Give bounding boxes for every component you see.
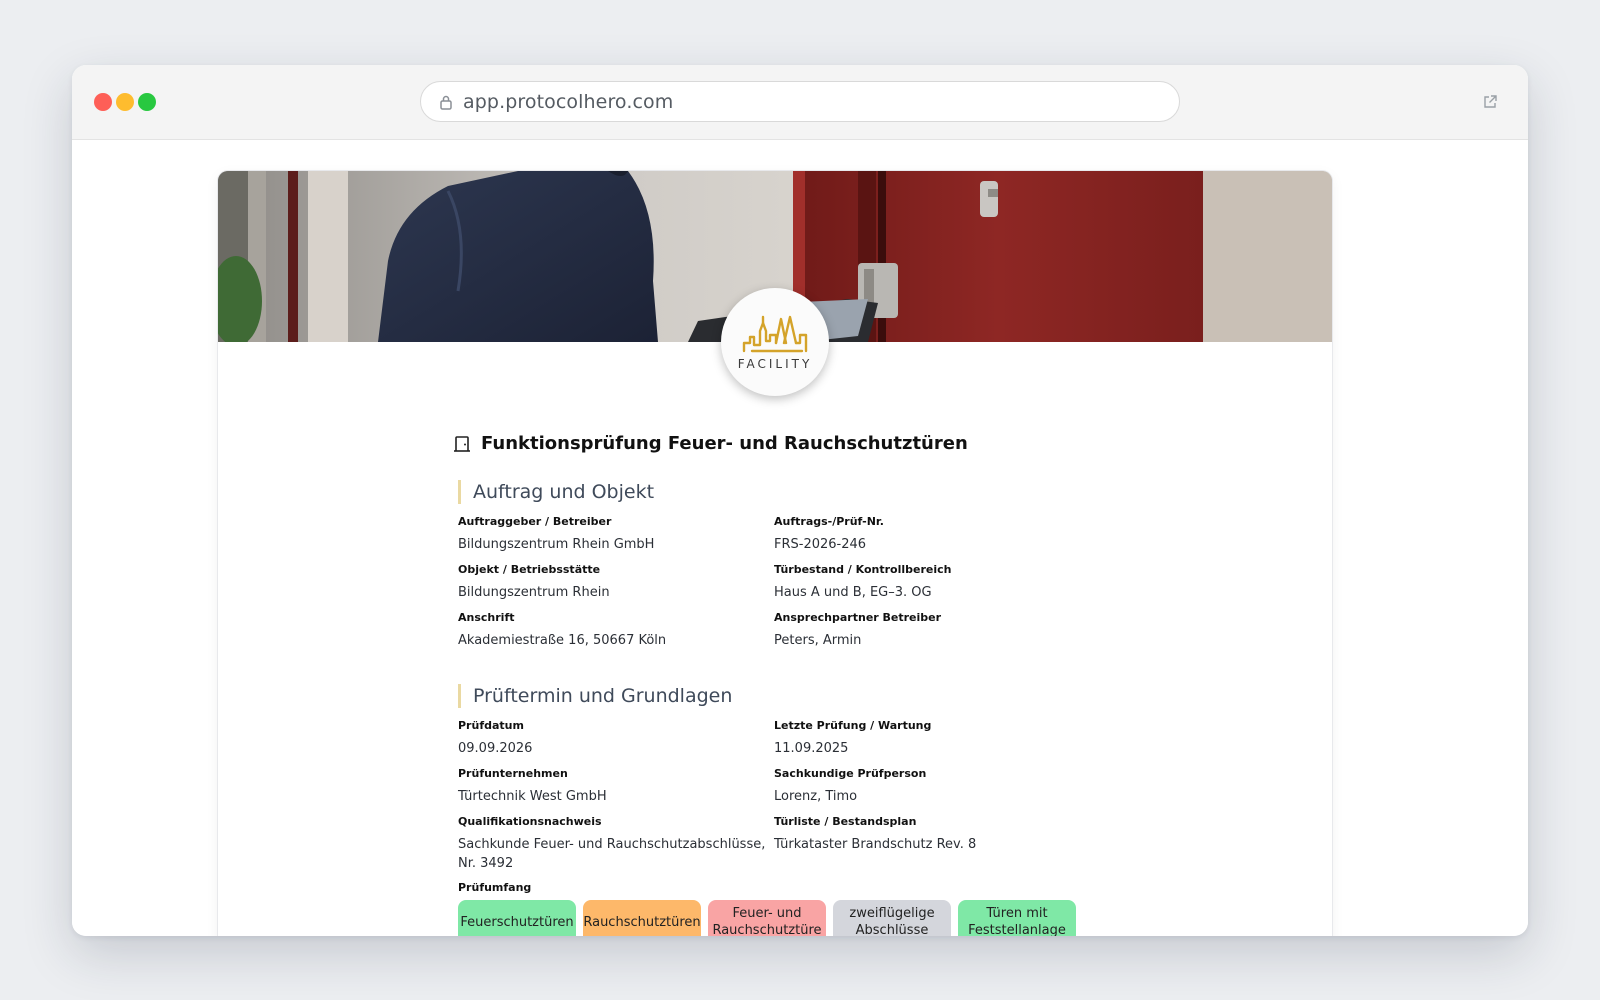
field-last-inspection: Letzte Prüfung / Wartung 11.09.2025 xyxy=(774,718,1090,758)
field-label: Prüfdatum xyxy=(458,719,524,732)
logo-wordmark: FACILITY xyxy=(737,357,813,371)
field-address: Anschrift Akademiestraße 16, 50667 Köln xyxy=(458,610,774,650)
field-label: Sachkundige Prüfperson xyxy=(774,767,927,780)
browser-toolbar: app.protocolhero.com xyxy=(72,65,1528,140)
field-order-number: Auftrags-/Prüf-Nr. FRS-2026-246 xyxy=(774,514,1090,554)
field-label: Objekt / Betriebsstätte xyxy=(458,563,601,576)
skyline-logo-icon xyxy=(742,315,808,353)
url-text: app.protocolhero.com xyxy=(463,90,674,113)
field-inspector: Sachkundige Prüfperson Lorenz, Timo xyxy=(774,766,1090,806)
address-bar[interactable]: app.protocolhero.com xyxy=(420,81,1180,122)
scope-chip[interactable]: Feuerschutztüren xyxy=(458,900,576,936)
field-door-list: Türliste / Bestandsplan Türkataster Bran… xyxy=(774,814,1090,873)
field-label: Anschrift xyxy=(458,611,515,624)
field-value[interactable]: Bildungszentrum Rhein GmbH xyxy=(458,535,774,554)
field-value[interactable]: 09.09.2026 xyxy=(458,739,774,758)
protocol-card: FACILITY Funktionsprüfung Feuer- und Rau… xyxy=(218,171,1332,936)
field-contact: Ansprechpartner Betreiber Peters, Armin xyxy=(774,610,1090,650)
open-external-icon[interactable] xyxy=(1482,94,1498,110)
door-icon xyxy=(452,434,472,454)
company-logo: FACILITY xyxy=(721,288,829,396)
browser-window: app.protocolhero.com FACILITY Funktionsp… xyxy=(72,65,1528,936)
field-label: Türbestand / Kontrollbereich xyxy=(774,563,952,576)
field-label: Prüfunternehmen xyxy=(458,767,568,780)
field-label: Türliste / Bestandsplan xyxy=(774,815,917,828)
field-value[interactable]: Türtechnik West GmbH xyxy=(458,787,774,806)
field-label: Auftrags-/Prüf-Nr. xyxy=(774,515,884,528)
section-heading: Auftrag und Objekt xyxy=(458,480,1098,504)
section-heading: Prüftermin und Grundlagen xyxy=(458,684,1098,708)
field-inspection-company: Prüfunternehmen Türtechnik West GmbH xyxy=(458,766,774,806)
maximize-window-button[interactable] xyxy=(138,93,156,111)
minimize-window-button[interactable] xyxy=(116,93,134,111)
field-value[interactable]: Sachkunde Feuer- und Rauchschutzabschlüs… xyxy=(458,835,774,873)
field-door-inventory: Türbestand / Kontrollbereich Haus A und … xyxy=(774,562,1090,602)
section-order: Auftrag und Objekt Auftraggeber / Betrei… xyxy=(458,480,1098,658)
section-inspection: Prüftermin und Grundlagen Prüfdatum 09.0… xyxy=(458,684,1098,936)
field-value[interactable]: Akademiestraße 16, 50667 Köln xyxy=(458,631,774,650)
field-inspection-date: Prüfdatum 09.09.2026 xyxy=(458,718,774,758)
scope-chip-list: Feuerschutztüren Rauchschutztüren Feuer-… xyxy=(458,900,1098,936)
document-title-text: Funktionsprüfung Feuer- und Rauchschutzt… xyxy=(481,433,968,454)
scope-chip[interactable]: Türen mit Feststellanlage xyxy=(958,900,1076,936)
field-site: Objekt / Betriebsstätte Bildungszentrum … xyxy=(458,562,774,602)
field-value[interactable]: FRS-2026-246 xyxy=(774,535,1090,554)
field-label: Letzte Prüfung / Wartung xyxy=(774,719,932,732)
scope-chip[interactable]: Rauchschutztüren xyxy=(583,900,701,936)
field-value[interactable]: Peters, Armin xyxy=(774,631,1090,650)
scope-chip[interactable]: zweiflügelige Abschlüsse xyxy=(833,900,951,936)
protocol-content: Funktionsprüfung Feuer- und Rauchschutzt… xyxy=(454,433,1098,936)
field-label: Ansprechpartner Betreiber xyxy=(774,611,942,624)
field-value[interactable]: Haus A und B, EG–3. OG xyxy=(774,583,1090,602)
field-qualification: Qualifikationsnachweis Sachkunde Feuer- … xyxy=(458,814,774,873)
lock-icon xyxy=(439,94,453,110)
close-window-button[interactable] xyxy=(94,93,112,111)
page-viewport[interactable]: FACILITY Funktionsprüfung Feuer- und Rau… xyxy=(72,140,1528,936)
field-value[interactable]: 11.09.2025 xyxy=(774,739,1090,758)
field-client: Auftraggeber / Betreiber Bildungszentrum… xyxy=(458,514,774,554)
field-value[interactable]: Lorenz, Timo xyxy=(774,787,1090,806)
field-value[interactable]: Türkataster Brandschutz Rev. 8 xyxy=(774,835,1090,854)
field-label: Qualifikationsnachweis xyxy=(458,815,602,828)
field-label: Auftraggeber / Betreiber xyxy=(458,515,612,528)
scope-chip[interactable]: Feuer- und Rauchschutztüre xyxy=(708,900,826,936)
document-title: Funktionsprüfung Feuer- und Rauchschutzt… xyxy=(454,433,1098,454)
field-value[interactable]: Bildungszentrum Rhein xyxy=(458,583,774,602)
scope-label: Prüfumfang xyxy=(458,881,532,894)
